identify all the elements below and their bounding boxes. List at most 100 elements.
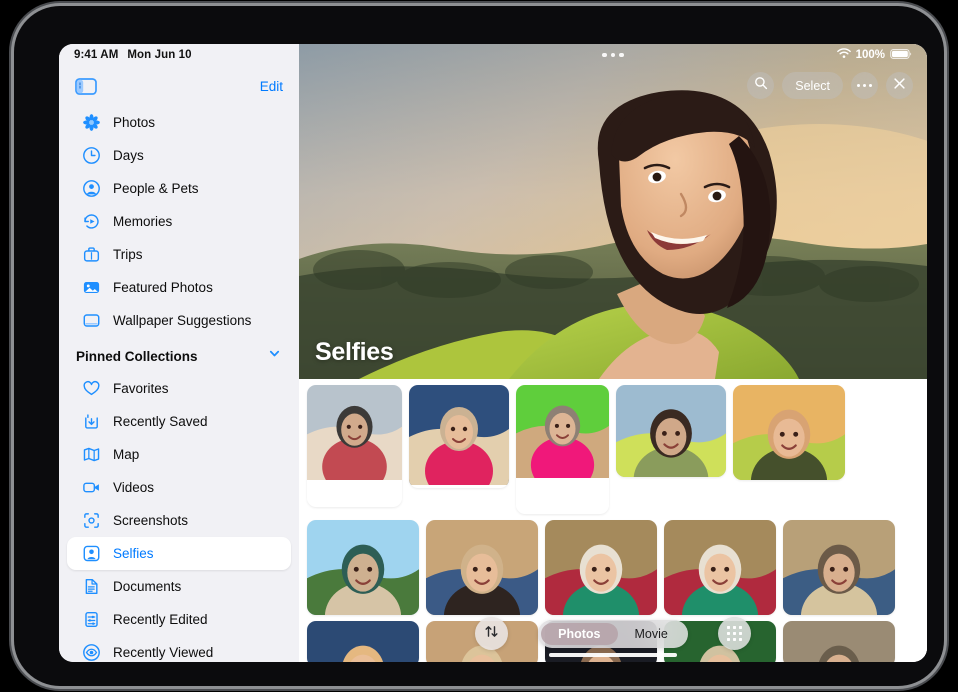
- status-bar: 9:41 AM Mon Jun 10: [59, 44, 299, 66]
- floating-bottom-controls: Photos Movie: [299, 617, 927, 650]
- chevron-down-icon[interactable]: [268, 347, 281, 365]
- photos-flower-icon: [81, 112, 102, 133]
- multitask-dots-icon[interactable]: [602, 53, 624, 58]
- photo-thumbnail-woman-green-top-hills[interactable]: [616, 385, 726, 477]
- ipad-screen: 9:41 AM Mon Jun 10 Edit: [59, 44, 927, 662]
- search-icon: [754, 76, 768, 95]
- search-button[interactable]: [747, 72, 774, 99]
- document-icon: [81, 576, 102, 597]
- selfie-person-icon: [81, 543, 102, 564]
- photo-thumbnail-woman-red-dress-interior[interactable]: [545, 520, 657, 615]
- thumbnail-image: [664, 520, 776, 615]
- segment-photos[interactable]: Photos: [541, 623, 617, 645]
- edit-button[interactable]: Edit: [260, 79, 283, 94]
- sidebar-item-recently-edited[interactable]: Recently Edited: [67, 603, 291, 636]
- sidebar-item-label: Favorites: [113, 381, 169, 396]
- sidebar-item-label: Days: [113, 148, 144, 163]
- person-circle-icon: [81, 178, 102, 199]
- sidebar-item-screenshots[interactable]: Screenshots: [67, 504, 291, 537]
- thumbnail-image: [409, 385, 509, 485]
- sidebar-item-label: Selfies: [113, 546, 154, 561]
- thumbnail-image: [733, 385, 845, 480]
- sidebar-item-wallpaper-suggestions[interactable]: Wallpaper Suggestions: [67, 304, 291, 337]
- thumbnail-image: [545, 520, 657, 615]
- photo-thumbnail-couple-selfie-elderly[interactable]: [307, 385, 402, 507]
- photo-thumbnail-man-denim-jacket-wall[interactable]: [426, 520, 538, 615]
- download-box-icon: [81, 411, 102, 432]
- battery-full-icon: [890, 49, 912, 62]
- status-right-group: 100%: [837, 44, 912, 66]
- sidebar-scroll-area[interactable]: Photos Days: [59, 106, 299, 662]
- more-ellipsis-icon: [857, 84, 873, 88]
- hero-toolbar: Select: [747, 72, 913, 99]
- sidebar-item-favorites[interactable]: Favorites: [67, 372, 291, 405]
- hero-status-bar: [299, 44, 927, 66]
- screenshot-icon: [81, 510, 102, 531]
- sidebar-item-recently-viewed[interactable]: Recently Viewed: [67, 636, 291, 662]
- status-date: Mon Jun 10: [127, 49, 191, 61]
- sliders-document-icon: [81, 609, 102, 630]
- sidebar-item-photos[interactable]: Photos: [67, 106, 291, 139]
- photo-thumbnail-man-by-pool[interactable]: [307, 520, 419, 615]
- photo-grid-row: [307, 520, 919, 615]
- sidebar-item-featured-photos[interactable]: Featured Photos: [67, 271, 291, 304]
- photo-thumbnail-man-in-ornate-room[interactable]: [783, 520, 895, 615]
- wallpaper-icon: [81, 310, 102, 331]
- photos-movie-segmented-control[interactable]: Photos Movie: [538, 620, 688, 648]
- sidebar-item-days[interactable]: Days: [67, 139, 291, 172]
- close-button[interactable]: [886, 72, 913, 99]
- sidebar-item-label: Memories: [113, 214, 172, 229]
- sidebar-item-recently-saved[interactable]: Recently Saved: [67, 405, 291, 438]
- thumbnail-image: [783, 520, 895, 615]
- photo-thumbnail-woman-pink-top-canyon[interactable]: [409, 385, 509, 488]
- section-title: Pinned Collections: [76, 349, 198, 364]
- photo-thumbnail-person-curly-hair-sunset[interactable]: [733, 385, 845, 480]
- sidebar-item-map[interactable]: Map: [67, 438, 291, 471]
- sidebar-item-label: Photos: [113, 115, 155, 130]
- photo-thumbnail-woman-green-scarf-rock[interactable]: [516, 385, 609, 514]
- home-indicator: [549, 653, 677, 657]
- eye-icon: [81, 642, 102, 662]
- sidebar-item-people-pets[interactable]: People & Pets: [67, 172, 291, 205]
- sidebar-item-label: Documents: [113, 579, 181, 594]
- sidebar-item-videos[interactable]: Videos: [67, 471, 291, 504]
- sidebar-item-label: Screenshots: [113, 513, 188, 528]
- segment-movie[interactable]: Movie: [618, 623, 685, 645]
- sidebar-item-label: Recently Edited: [113, 612, 208, 627]
- pinned-collections-header[interactable]: Pinned Collections: [59, 340, 299, 372]
- sort-button[interactable]: [475, 617, 508, 650]
- sidebar-item-trips[interactable]: Trips: [67, 238, 291, 271]
- battery-percent-label: 100%: [856, 49, 885, 61]
- sidebar-item-documents[interactable]: Documents: [67, 570, 291, 603]
- heart-icon: [81, 378, 102, 399]
- sidebar-item-label: Trips: [113, 247, 143, 262]
- select-button[interactable]: Select: [782, 72, 843, 99]
- photo-thumbnail-woman-red-dress-interior-2[interactable]: [664, 520, 776, 615]
- memories-play-icon: [81, 211, 102, 232]
- sidebar-item-selfies[interactable]: Selfies: [67, 537, 291, 570]
- grid-view-button[interactable]: [718, 617, 751, 650]
- wifi-icon: [837, 48, 851, 62]
- sidebar-item-label: Recently Viewed: [113, 645, 213, 660]
- hero-banner[interactable]: 100%: [299, 44, 927, 379]
- video-camera-icon: [81, 477, 102, 498]
- status-time: 9:41 AM: [74, 49, 118, 61]
- sidebar-item-memories[interactable]: Memories: [67, 205, 291, 238]
- more-button[interactable]: [851, 72, 878, 99]
- close-x-icon: [893, 77, 906, 95]
- thumbnail-image: [616, 385, 726, 477]
- sidebar-item-label: Map: [113, 447, 139, 462]
- photo-icon: [81, 277, 102, 298]
- ipad-device-frame: 9:41 AM Mon Jun 10 Edit: [14, 6, 944, 686]
- thumbnail-image: [426, 520, 538, 615]
- sidebar-item-label: Videos: [113, 480, 154, 495]
- photo-grid-row: [307, 385, 919, 514]
- map-icon: [81, 444, 102, 465]
- suitcase-icon: [81, 244, 102, 265]
- grid-view-icon: [727, 626, 743, 642]
- page-title: Selfies: [315, 338, 394, 367]
- sidebar: 9:41 AM Mon Jun 10 Edit: [59, 44, 299, 662]
- sort-arrows-icon: [484, 624, 499, 644]
- sidebar-item-label: Recently Saved: [113, 414, 208, 429]
- sidebar-toggle-icon[interactable]: [75, 78, 97, 95]
